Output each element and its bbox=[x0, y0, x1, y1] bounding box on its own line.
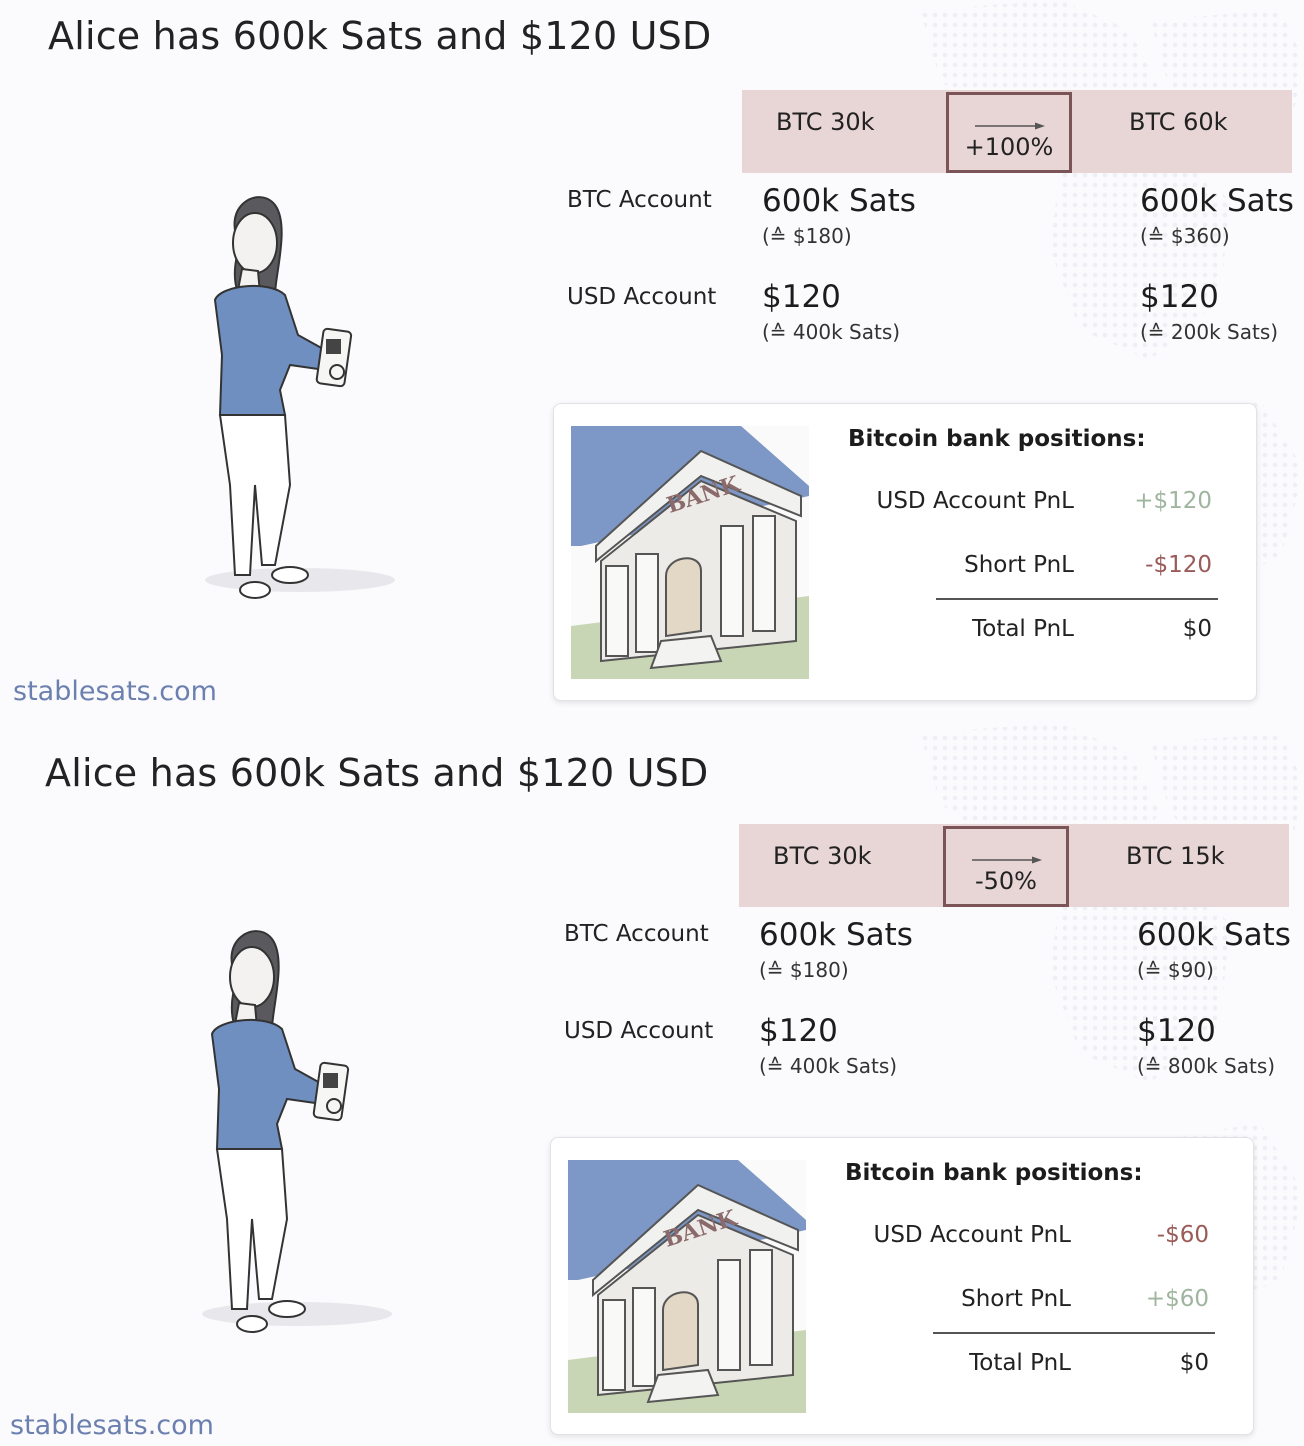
btc-account-after-equiv: (≙ $90) bbox=[1137, 958, 1214, 982]
btc-account-label: BTC Account bbox=[567, 187, 712, 213]
price-change-box: +100% bbox=[946, 92, 1072, 173]
usd-account-after-equiv: (≙ 800k Sats) bbox=[1137, 1054, 1276, 1078]
arrow-right-icon bbox=[972, 856, 1042, 864]
price-change-percent: -50% bbox=[974, 867, 1037, 895]
btc-account-after: 600k Sats bbox=[1140, 183, 1294, 219]
bank-building-illustration: BANK bbox=[571, 426, 809, 679]
usd-account-pnl-label: USD Account PnL bbox=[876, 488, 1075, 514]
short-pnl-value: +$60 bbox=[1145, 1286, 1209, 1312]
price-to: BTC 60k bbox=[1129, 108, 1228, 136]
alice-illustration bbox=[205, 196, 395, 599]
price-from: BTC 30k bbox=[773, 842, 872, 870]
bank-positions-card: BANK Bitcoin bank positions: USD Account… bbox=[553, 403, 1257, 701]
usd-account-after: $120 bbox=[1140, 279, 1219, 315]
pnl-divider bbox=[933, 1332, 1215, 1334]
scenario-panel-up: Alice has 600k Sats and $120 USD BTC 30k… bbox=[0, 0, 1304, 723]
bank-positions-title: Bitcoin bank positions: bbox=[845, 1160, 1143, 1186]
usd-account-pnl-value: +$120 bbox=[1134, 488, 1212, 514]
bank-positions-title: Bitcoin bank positions: bbox=[848, 426, 1146, 452]
btc-account-before-equiv: (≙ $180) bbox=[759, 958, 849, 982]
total-pnl-label: Total PnL bbox=[969, 1350, 1071, 1376]
brand-link[interactable]: stablesats.com bbox=[13, 676, 217, 707]
usd-account-pnl-value: -$60 bbox=[1156, 1222, 1209, 1248]
scenario-panel-down: Alice has 600k Sats and $120 USD BTC 30k… bbox=[0, 723, 1304, 1446]
pnl-divider bbox=[936, 598, 1218, 600]
total-pnl-label: Total PnL bbox=[972, 616, 1074, 642]
usd-account-before: $120 bbox=[762, 279, 841, 315]
btc-account-before: 600k Sats bbox=[762, 183, 916, 219]
total-pnl-value: $0 bbox=[1179, 1350, 1209, 1376]
price-change-bar: BTC 30k +100% BTC 60k bbox=[742, 90, 1292, 173]
btc-account-after: 600k Sats bbox=[1137, 917, 1291, 953]
bank-positions-card: BANK Bitcoin bank positions: USD Account… bbox=[550, 1137, 1254, 1435]
usd-account-before-equiv: (≙ 400k Sats) bbox=[759, 1054, 898, 1078]
usd-account-label: USD Account bbox=[564, 1018, 714, 1044]
alice-illustration bbox=[202, 930, 392, 1333]
btc-account-label: BTC Account bbox=[564, 921, 709, 947]
short-pnl-label: Short PnL bbox=[964, 552, 1074, 578]
page-title: Alice has 600k Sats and $120 USD bbox=[45, 751, 709, 795]
btc-account-after-equiv: (≙ $360) bbox=[1140, 224, 1230, 248]
total-pnl-value: $0 bbox=[1182, 616, 1212, 642]
brand-link[interactable]: stablesats.com bbox=[10, 1410, 214, 1441]
usd-account-before-equiv: (≙ 400k Sats) bbox=[762, 320, 901, 344]
short-pnl-label: Short PnL bbox=[961, 1286, 1071, 1312]
bank-building-illustration: BANK bbox=[568, 1160, 806, 1413]
usd-account-after-equiv: (≙ 200k Sats) bbox=[1140, 320, 1279, 344]
usd-account-after: $120 bbox=[1137, 1013, 1216, 1049]
short-pnl-value: -$120 bbox=[1145, 552, 1212, 578]
btc-account-before-equiv: (≙ $180) bbox=[762, 224, 852, 248]
price-to: BTC 15k bbox=[1126, 842, 1225, 870]
usd-account-pnl-label: USD Account PnL bbox=[873, 1222, 1072, 1248]
price-change-percent: +100% bbox=[964, 133, 1054, 161]
page-title: Alice has 600k Sats and $120 USD bbox=[48, 14, 712, 58]
arrow-right-icon bbox=[975, 122, 1045, 130]
btc-account-before: 600k Sats bbox=[759, 917, 913, 953]
usd-account-before: $120 bbox=[759, 1013, 838, 1049]
price-change-box: -50% bbox=[943, 826, 1069, 907]
usd-account-label: USD Account bbox=[567, 284, 717, 310]
price-change-bar: BTC 30k -50% BTC 15k bbox=[739, 824, 1289, 907]
price-from: BTC 30k bbox=[776, 108, 875, 136]
